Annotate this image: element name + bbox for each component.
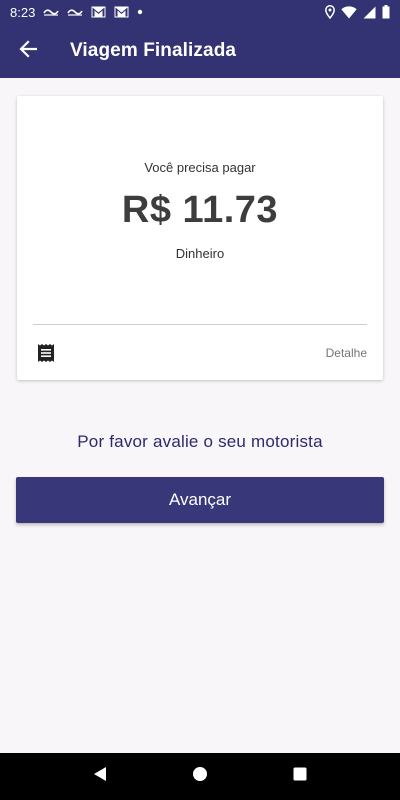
nav-home-button[interactable] bbox=[180, 757, 220, 797]
nav-back-button[interactable] bbox=[80, 757, 120, 797]
gmail-icon bbox=[91, 6, 106, 18]
square-recents-icon bbox=[293, 767, 307, 786]
notification-icon bbox=[43, 7, 59, 17]
nav-recents-button[interactable] bbox=[280, 757, 320, 797]
page-title: Viagem Finalizada bbox=[70, 40, 237, 61]
status-left: 8:23 bbox=[10, 5, 143, 20]
location-icon bbox=[325, 5, 335, 19]
status-time: 8:23 bbox=[10, 4, 36, 20]
wifi-icon bbox=[341, 5, 357, 19]
next-button[interactable]: Avançar bbox=[16, 477, 384, 523]
payment-label: Você precisa pagar bbox=[144, 160, 256, 175]
receipt-icon[interactable] bbox=[36, 343, 56, 363]
payment-card: Você precisa pagar R$ 11.73 Dinheiro Det… bbox=[17, 96, 383, 380]
circle-home-icon bbox=[192, 766, 208, 787]
payment-amount: R$ 11.73 bbox=[121, 189, 279, 231]
battery-icon bbox=[382, 5, 390, 19]
triangle-back-icon bbox=[92, 766, 108, 787]
back-button[interactable] bbox=[0, 24, 56, 78]
payment-method: Dinheiro bbox=[175, 246, 225, 261]
card-divider bbox=[33, 324, 367, 325]
gmail-icon bbox=[114, 6, 129, 18]
notification-icon bbox=[67, 7, 83, 17]
arrow-back-icon bbox=[19, 39, 38, 63]
status-right bbox=[325, 5, 390, 19]
detail-link[interactable]: Detalhe bbox=[326, 346, 367, 360]
navigation-bar bbox=[0, 753, 400, 800]
dot-icon bbox=[137, 9, 143, 15]
app-bar: Viagem Finalizada bbox=[0, 24, 400, 78]
rate-driver-prompt[interactable]: Por favor avalie o seu motorista bbox=[0, 432, 400, 452]
signal-icon bbox=[363, 6, 376, 19]
status-bar: 8:23 bbox=[0, 0, 400, 24]
